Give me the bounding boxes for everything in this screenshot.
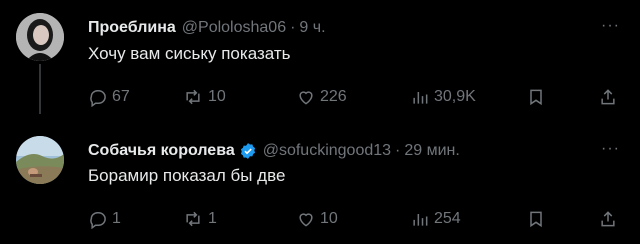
retweet-icon bbox=[182, 209, 204, 229]
tweet-header: Собачья королева @sofuckingood13 · 29 ми… bbox=[88, 140, 620, 162]
tweet-header: Проеблина @Pololosha06 · 9 ч. ··· bbox=[88, 17, 620, 39]
heart-icon bbox=[296, 87, 316, 107]
reply-count: 67 bbox=[112, 88, 130, 105]
retweet-icon bbox=[182, 87, 204, 107]
like-button[interactable]: 226 bbox=[296, 86, 347, 108]
more-options-button[interactable]: ··· bbox=[601, 140, 620, 158]
share-icon bbox=[598, 87, 618, 107]
view-count: 30,9K bbox=[434, 88, 476, 105]
action-bar: 1 1 10 254 bbox=[88, 208, 622, 230]
verified-badge-icon bbox=[239, 142, 257, 160]
action-bar: 67 10 226 30,9K bbox=[88, 86, 622, 108]
separator: · bbox=[395, 142, 401, 159]
avatar[interactable] bbox=[16, 136, 64, 184]
more-options-button[interactable]: ··· bbox=[601, 17, 620, 35]
thread-connector bbox=[39, 64, 41, 114]
timestamp[interactable]: 9 ч. bbox=[299, 19, 325, 37]
share-icon bbox=[598, 209, 618, 229]
author-name[interactable]: Проеблина bbox=[88, 19, 176, 37]
retweet-button[interactable]: 10 bbox=[182, 86, 226, 108]
reply-icon bbox=[88, 209, 108, 229]
author-handle[interactable]: @Pololosha06 bbox=[182, 19, 286, 37]
author-name[interactable]: Собачья королева bbox=[88, 142, 235, 160]
tweet-thread: Проеблина @Pololosha06 · 9 ч. ··· Хочу в… bbox=[0, 0, 640, 244]
tweet-text: Хочу вам сиську показать bbox=[88, 44, 291, 63]
timestamp[interactable]: 29 мин. bbox=[404, 142, 459, 160]
separator: · bbox=[290, 19, 296, 36]
heart-icon bbox=[296, 209, 316, 229]
retweet-button[interactable]: 1 bbox=[182, 208, 217, 230]
bookmark-icon bbox=[526, 209, 546, 229]
tweet-text: Борамир показал бы две bbox=[88, 166, 286, 185]
bookmark-button[interactable] bbox=[526, 86, 546, 108]
views-button[interactable]: 254 bbox=[410, 208, 461, 230]
share-button[interactable] bbox=[598, 208, 618, 230]
bookmark-button[interactable] bbox=[526, 208, 546, 230]
retweet-count: 10 bbox=[208, 88, 226, 105]
reply-button[interactable]: 67 bbox=[88, 86, 130, 108]
views-chart-icon bbox=[410, 209, 430, 229]
bookmark-icon bbox=[526, 87, 546, 107]
reply-button[interactable]: 1 bbox=[88, 208, 121, 230]
like-count: 10 bbox=[320, 210, 338, 227]
author-handle[interactable]: @sofuckingood13 bbox=[263, 142, 391, 160]
avatar[interactable] bbox=[16, 13, 64, 61]
share-button[interactable] bbox=[598, 86, 618, 108]
like-count: 226 bbox=[320, 88, 347, 105]
tweet[interactable]: Собачья королева @sofuckingood13 · 29 ми… bbox=[0, 122, 640, 244]
tweet[interactable]: Проеблина @Pololosha06 · 9 ч. ··· Хочу в… bbox=[0, 0, 640, 122]
retweet-count: 1 bbox=[208, 210, 217, 227]
views-button[interactable]: 30,9K bbox=[410, 86, 476, 108]
reply-icon bbox=[88, 87, 108, 107]
views-chart-icon bbox=[410, 87, 430, 107]
like-button[interactable]: 10 bbox=[296, 208, 338, 230]
reply-count: 1 bbox=[112, 210, 121, 227]
view-count: 254 bbox=[434, 210, 461, 227]
